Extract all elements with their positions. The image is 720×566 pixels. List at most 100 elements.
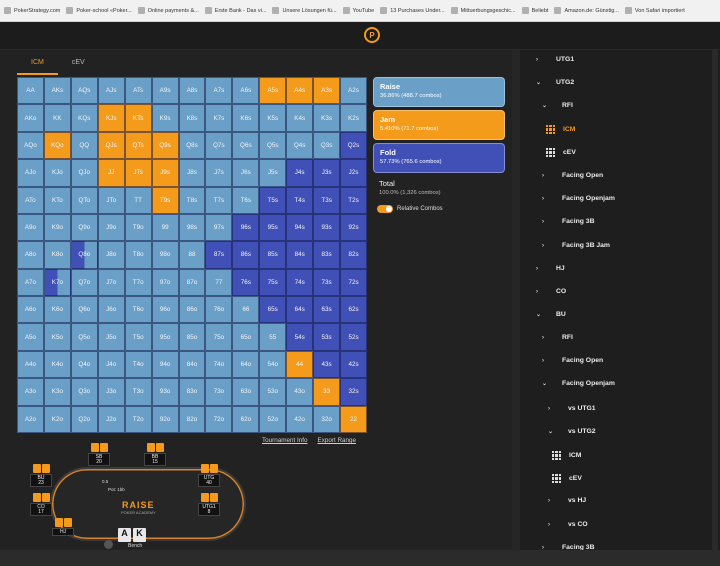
relative-combos-toggle[interactable]: [377, 205, 393, 213]
tree-item[interactable]: ICM: [552, 451, 581, 460]
bookmark-item[interactable]: Mittuerbungsgeschic...: [450, 7, 516, 14]
hand-cell[interactable]: 54s: [286, 323, 314, 351]
hand-cell[interactable]: J6o: [97, 296, 125, 324]
hand-cell[interactable]: Q4s: [286, 131, 314, 160]
hand-cell[interactable]: 66: [232, 296, 260, 324]
hand-cell[interactable]: T2s: [340, 186, 367, 214]
hand-cell[interactable]: T7s: [205, 186, 233, 214]
hand-cell[interactable]: 83o: [178, 378, 206, 406]
chevron-right-icon[interactable]: ›: [536, 266, 546, 272]
hand-cell[interactable]: 65o: [232, 323, 260, 351]
hand-cell[interactable]: A9o: [17, 213, 44, 242]
hand-cell[interactable]: A9s: [151, 77, 179, 105]
hand-cell[interactable]: T3s: [313, 186, 341, 214]
hand-cell[interactable]: 42o: [286, 405, 314, 433]
hand-cell[interactable]: Q6s: [232, 131, 260, 160]
chevron-right-icon[interactable]: ›: [542, 358, 552, 364]
hand-cell[interactable]: Q7o: [70, 268, 98, 297]
hand-cell[interactable]: A4s: [286, 77, 314, 105]
hand-cell[interactable]: 92o: [151, 405, 179, 433]
hand-cell[interactable]: T4s: [286, 186, 314, 214]
hand-cell[interactable]: 52o: [259, 405, 287, 433]
hand-cell[interactable]: K9s: [151, 104, 179, 132]
tournament-info-link[interactable]: Tournament Info: [262, 437, 308, 444]
hand-cell[interactable]: 43o: [286, 378, 314, 406]
tree-item[interactable]: ⌄ BU: [536, 311, 566, 318]
hand-cell[interactable]: K3o: [43, 378, 71, 406]
hand-cell[interactable]: Q2o: [70, 405, 98, 433]
tree-item[interactable]: ⌄ UTG2: [536, 79, 574, 86]
hand-cell[interactable]: J2o: [97, 405, 125, 433]
hand-cell[interactable]: T6o: [124, 296, 152, 324]
bookmark-item[interactable]: Von Safari importiert: [624, 7, 685, 14]
hand-cell[interactable]: KK: [43, 104, 71, 132]
hand-cell[interactable]: 87s: [205, 241, 233, 269]
tree-item[interactable]: › Facing 3B: [542, 218, 594, 225]
hand-cell[interactable]: K7s: [205, 104, 233, 132]
chevron-down-icon[interactable]: ⌄: [536, 79, 546, 86]
hand-cell[interactable]: QJo: [70, 159, 98, 187]
hand-cell[interactable]: K3s: [313, 104, 341, 132]
hand-cell[interactable]: A6o: [17, 296, 44, 324]
hand-cell[interactable]: Q9o: [70, 213, 98, 242]
hand-cell[interactable]: T3o: [124, 378, 152, 406]
hand-cell[interactable]: 53o: [259, 378, 287, 406]
hand-cell[interactable]: Q6o: [70, 296, 98, 324]
chevron-right-icon[interactable]: ›: [542, 219, 552, 225]
hand-cell[interactable]: J4o: [97, 350, 125, 379]
chevron-down-icon[interactable]: ⌄: [542, 380, 552, 387]
hand-cell[interactable]: KQs: [70, 104, 98, 132]
hand-cell[interactable]: K8o: [43, 241, 71, 269]
hand-cell[interactable]: J5s: [259, 159, 287, 187]
chevron-down-icon[interactable]: ⌄: [536, 311, 546, 318]
hand-cell[interactable]: 76o: [205, 296, 233, 324]
hand-cell[interactable]: T5s: [259, 186, 287, 214]
hand-cell[interactable]: 55: [259, 323, 287, 351]
hand-cell[interactable]: A3s: [313, 77, 341, 105]
hand-cell[interactable]: AQs: [70, 77, 98, 105]
hand-cell[interactable]: JJ: [97, 159, 125, 187]
hand-cell[interactable]: Q3s: [313, 131, 341, 160]
bookmark-item[interactable]: YouTube: [342, 7, 374, 14]
hand-cell[interactable]: 93s: [313, 213, 341, 242]
hand-cell[interactable]: AKs: [43, 77, 71, 105]
hand-cell[interactable]: ATs: [124, 77, 152, 105]
hand-cell[interactable]: T7o: [124, 268, 152, 297]
app-logo[interactable]: P: [364, 27, 380, 43]
hand-cell[interactable]: 75o: [205, 323, 233, 351]
hand-cell[interactable]: KJo: [43, 159, 71, 187]
chevron-right-icon[interactable]: ›: [536, 57, 546, 63]
legend-raise[interactable]: Raise 36.86% (488.7 combos): [373, 77, 505, 107]
hand-cell[interactable]: ATo: [17, 186, 44, 214]
hand-cell[interactable]: KQo: [43, 131, 71, 160]
hand-cell[interactable]: A6s: [232, 77, 260, 105]
hand-cell[interactable]: QQ: [70, 131, 98, 160]
bookmark-item[interactable]: Erste Bank - Das vi...: [204, 7, 266, 14]
hand-cell[interactable]: 77: [205, 268, 233, 297]
hand-cell[interactable]: 42s: [340, 350, 367, 379]
hand-cell[interactable]: A7o: [17, 268, 44, 297]
hand-cell[interactable]: 85s: [259, 241, 287, 269]
hand-cell[interactable]: QTs: [124, 131, 152, 160]
tree-item[interactable]: › vs UTG1: [548, 405, 596, 412]
hand-cell[interactable]: T8o: [124, 241, 152, 269]
hand-cell[interactable]: T9o: [124, 213, 152, 242]
bookmark-item[interactable]: Poker-school «Poker...: [66, 7, 132, 14]
hand-cell[interactable]: K2s: [340, 104, 367, 132]
hand-cell[interactable]: AQo: [17, 131, 44, 160]
hand-cell[interactable]: 86s: [232, 241, 260, 269]
hand-cell[interactable]: A4o: [17, 350, 44, 379]
bookmark-item[interactable]: Unsere Lösungen fü...: [272, 7, 337, 14]
hand-cell[interactable]: Q8o: [70, 241, 98, 269]
hand-cell[interactable]: K9o: [43, 213, 71, 242]
hand-cell[interactable]: 85o: [178, 323, 206, 351]
hand-cell[interactable]: 94s: [286, 213, 314, 242]
hand-cell[interactable]: 96s: [232, 213, 260, 242]
hand-cell[interactable]: AJo: [17, 159, 44, 187]
hand-cell[interactable]: K6o: [43, 296, 71, 324]
hand-cell[interactable]: J5o: [97, 323, 125, 351]
chevron-right-icon[interactable]: ›: [542, 173, 552, 179]
hand-cell[interactable]: 97s: [205, 213, 233, 242]
hand-cell[interactable]: 93o: [151, 378, 179, 406]
legend-fold[interactable]: Fold 57.73% (765.6 combos): [373, 143, 505, 173]
